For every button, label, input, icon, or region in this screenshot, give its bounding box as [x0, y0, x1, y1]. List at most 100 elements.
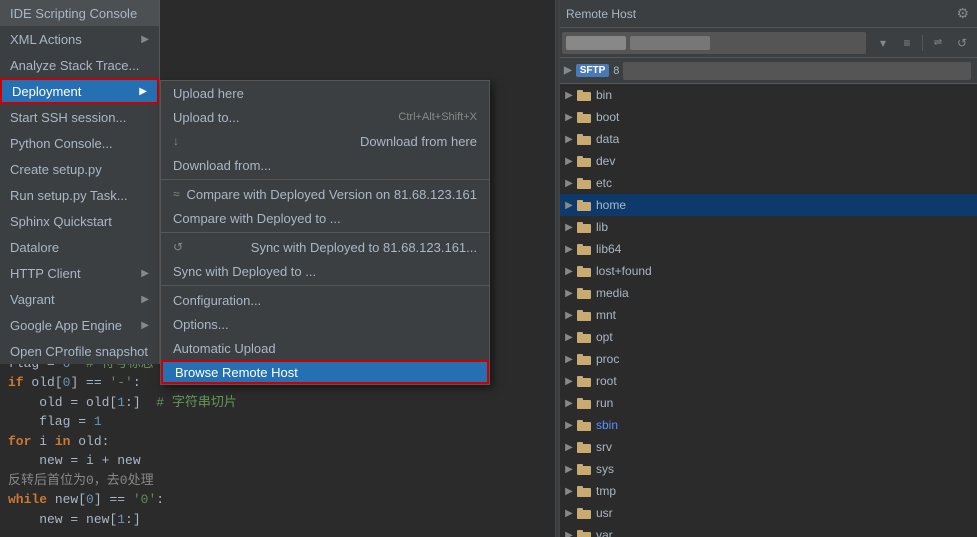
tree-item-lib64[interactable]: ▶ lib64	[558, 238, 977, 260]
submenu-sync-to[interactable]: Sync with Deployed to ...	[161, 259, 489, 283]
transfer-btn[interactable]: ⇌	[927, 32, 949, 54]
menu-item-gae[interactable]: Google App Engine ▶	[0, 312, 159, 338]
folder-icon	[576, 417, 592, 433]
folder-icon	[576, 395, 592, 411]
submenu-config[interactable]: Configuration...	[161, 288, 489, 312]
menu-item-create-setup[interactable]: Create setup.py	[0, 156, 159, 182]
expand-arrow[interactable]: ▶	[564, 65, 572, 76]
tree-item-lib[interactable]: ▶ lib	[558, 216, 977, 238]
panel-toolbar: ▾ ≡ ⇌ ↺	[558, 28, 977, 58]
submenu-compare-to[interactable]: Compare with Deployed to ...	[161, 206, 489, 230]
folder-icon	[576, 153, 592, 169]
chevron-right-icon: ▶	[562, 352, 576, 366]
refresh-btn[interactable]: ↺	[951, 32, 973, 54]
arrow-icon-http: ▶	[141, 268, 149, 279]
tree-item-etc[interactable]: ▶ etc	[558, 172, 977, 194]
menu-item-run-setup[interactable]: Run setup.py Task...	[0, 182, 159, 208]
chevron-right-icon: ▶	[562, 88, 576, 102]
folder-icon	[576, 131, 592, 147]
submenu-sync[interactable]: ↺ Sync with Deployed to 81.68.123.161...	[161, 235, 489, 259]
code-line-5: flag = 1	[8, 412, 547, 432]
tree-item-var[interactable]: ▶ var	[558, 524, 977, 537]
menu-item-sphinx[interactable]: Sphinx Quickstart	[0, 208, 159, 234]
submenu-upload-to[interactable]: Upload to... Ctrl+Alt+Shift+X	[161, 105, 489, 129]
compare-icon: ≈	[173, 187, 180, 201]
folder-icon	[576, 373, 592, 389]
folder-icon	[576, 483, 592, 499]
menu-item-vagrant[interactable]: Vagrant ▶	[0, 286, 159, 312]
folder-icon	[576, 197, 592, 213]
folder-icon	[576, 219, 592, 235]
folder-icon	[576, 307, 592, 323]
tree-item-sys[interactable]: ▶ sys	[558, 458, 977, 480]
chevron-right-icon: ▶	[562, 484, 576, 498]
tree-item-srv[interactable]: ▶ srv	[558, 436, 977, 458]
tree-item-data[interactable]: ▶ data	[558, 128, 977, 150]
tree-item-dev[interactable]: ▶ dev	[558, 150, 977, 172]
folder-icon	[576, 439, 592, 455]
tree-item-usr[interactable]: ▶ usr	[558, 502, 977, 524]
code-line-6: for i in old:	[8, 432, 547, 452]
submenu-upload-here[interactable]: Upload here	[161, 81, 489, 105]
tree-item-proc[interactable]: ▶ proc	[558, 348, 977, 370]
chevron-right-icon: ▶	[562, 242, 576, 256]
menu-item-ssh[interactable]: Start SSH session...	[0, 104, 159, 130]
chevron-right-icon: ▶	[562, 176, 576, 190]
tree-item-bin[interactable]: ▶ bin	[558, 84, 977, 106]
chevron-right-icon: ▶	[562, 506, 576, 520]
chevron-right-icon: ▶	[562, 396, 576, 410]
dropdown-btn[interactable]: ▾	[872, 32, 894, 54]
submenu-download-here[interactable]: ↓ Download from here	[161, 129, 489, 153]
menu-item-http[interactable]: HTTP Client ▶	[0, 260, 159, 286]
menu-item-xml-actions[interactable]: XML Actions ▶	[0, 26, 159, 52]
menu-item-ide-scripting[interactable]: IDE Scripting Console	[0, 0, 159, 26]
submenu-download-from[interactable]: Download from...	[161, 153, 489, 177]
separator-2	[161, 232, 489, 233]
folder-icon	[576, 285, 592, 301]
menu-btn[interactable]: ≡	[896, 32, 918, 54]
sftp-badge: SFTP	[576, 64, 610, 77]
chevron-right-icon: ▶	[562, 110, 576, 124]
folder-icon	[576, 461, 592, 477]
chevron-right-icon: ▶	[562, 132, 576, 146]
chevron-right-icon: ▶	[562, 418, 576, 432]
folder-icon	[576, 329, 592, 345]
panel-divider[interactable]	[555, 0, 560, 537]
chevron-right-icon: ▶	[562, 462, 576, 476]
submenu-auto-upload[interactable]: Automatic Upload	[161, 336, 489, 360]
chevron-right-icon: ▶	[562, 440, 576, 454]
submenu-compare[interactable]: ≈ Compare with Deployed Version on 81.68…	[161, 182, 489, 206]
tree-item-sbin[interactable]: ▶ sbin	[558, 414, 977, 436]
tree-item-tmp[interactable]: ▶ tmp	[558, 480, 977, 502]
tree-item-mnt[interactable]: ▶ mnt	[558, 304, 977, 326]
panel-title: Remote Host	[566, 7, 636, 21]
menu-item-deployment[interactable]: Deployment ▶	[0, 78, 159, 104]
tree-item-lost-found[interactable]: ▶ lost+found	[558, 260, 977, 282]
tree-item-run[interactable]: ▶ run	[558, 392, 977, 414]
submenu-options[interactable]: Options...	[161, 312, 489, 336]
arrow-icon-deployment: ▶	[139, 86, 147, 97]
code-line-8: 反转后首位为0，去0处理	[8, 471, 547, 491]
arrow-icon-vagrant: ▶	[141, 294, 149, 305]
code-line-9: while new[0] == '0':	[8, 490, 547, 510]
tree-item-home[interactable]: ▶ home	[558, 194, 977, 216]
submenu-browse-remote[interactable]: Browse Remote Host	[161, 360, 489, 384]
chevron-right-icon: ▶	[562, 528, 576, 537]
connection-path-input[interactable]	[623, 62, 971, 80]
tree-item-media[interactable]: ▶ media	[558, 282, 977, 304]
menu-item-datalore[interactable]: Datalore	[0, 234, 159, 260]
tree-item-root[interactable]: ▶ root	[558, 370, 977, 392]
menu-item-analyze[interactable]: Analyze Stack Trace...	[0, 52, 159, 78]
tree-item-opt[interactable]: ▶ opt	[558, 326, 977, 348]
chevron-right-icon: ▶	[562, 220, 576, 234]
chevron-right-icon: ▶	[562, 286, 576, 300]
menu-item-cprofile[interactable]: Open CProfile snapshot	[0, 338, 159, 364]
connection-bar: ▶ SFTP 8	[558, 58, 977, 84]
chevron-right-icon: ▶	[562, 330, 576, 344]
tree-item-boot[interactable]: ▶ boot	[558, 106, 977, 128]
folder-icon	[576, 263, 592, 279]
folder-icon	[576, 241, 592, 257]
download-here-icon: ↓	[173, 134, 179, 148]
gear-icon[interactable]: ⚙	[956, 5, 969, 22]
menu-item-python[interactable]: Python Console...	[0, 130, 159, 156]
